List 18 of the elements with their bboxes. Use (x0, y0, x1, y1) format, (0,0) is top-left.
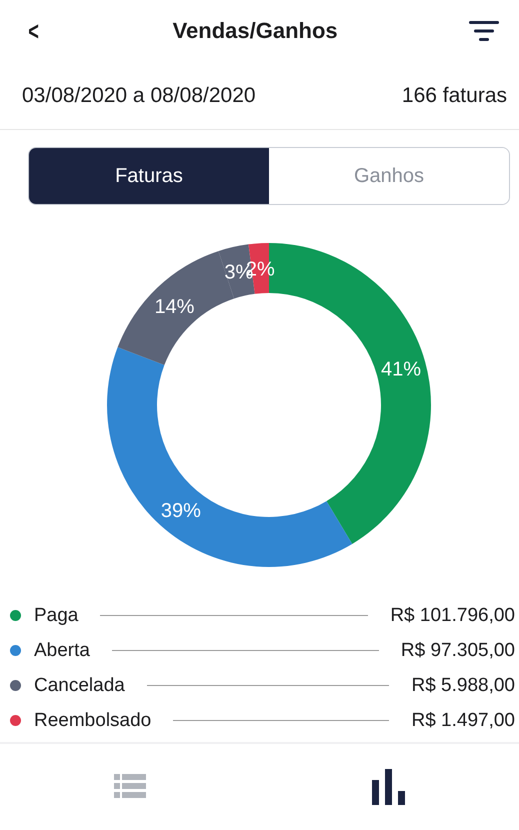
legend-value: R$ 97.305,00 (400, 640, 515, 662)
bar-chart-icon[interactable] (372, 769, 406, 805)
invoice-count: 166 faturas (402, 84, 507, 108)
slice-label: 39% (160, 500, 201, 522)
slice-label: 41% (381, 358, 422, 380)
legend-label: Paga (34, 604, 78, 626)
date-range: 03/08/2020 a 08/08/2020 (22, 84, 256, 108)
page-title: Vendas/Ganhos (172, 18, 338, 44)
filter-icon[interactable] (469, 20, 499, 42)
legend-value: R$ 5.988,00 (411, 674, 515, 696)
back-button[interactable]: < (28, 16, 39, 46)
legend-label: Aberta (34, 640, 90, 662)
segment-tab[interactable]: Faturas (29, 148, 269, 204)
legend-label: Reembolsado (34, 710, 152, 732)
legend-label: Cancelada (34, 674, 125, 696)
legend-value: R$ 1.497,00 (411, 710, 515, 732)
legend-value: R$ 101.796,00 (390, 604, 515, 626)
slice-label: 14% (154, 296, 194, 318)
